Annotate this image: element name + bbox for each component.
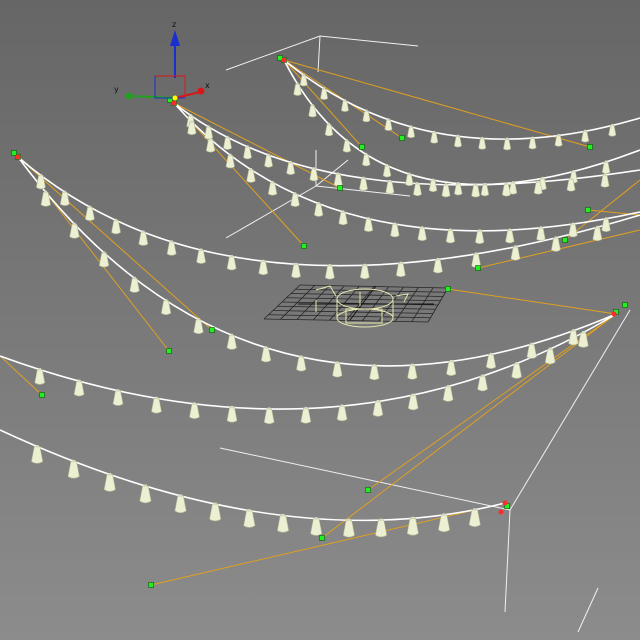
bulb[interactable] xyxy=(40,190,51,207)
bulb[interactable] xyxy=(204,125,213,140)
bulb[interactable] xyxy=(299,73,308,87)
z-axis-label: z xyxy=(172,20,176,29)
bulb[interactable] xyxy=(263,407,275,425)
bulb[interactable] xyxy=(246,168,256,183)
light-source-handle[interactable] xyxy=(11,150,17,156)
selected-vertices[interactable] xyxy=(15,57,617,515)
light-target-handle[interactable] xyxy=(209,327,215,333)
bulb[interactable] xyxy=(308,104,317,118)
bulb[interactable] xyxy=(300,406,312,424)
bulb[interactable] xyxy=(375,518,388,538)
perspective-viewport[interactable]: z x y xyxy=(0,0,640,640)
light-target-handle[interactable] xyxy=(301,243,307,249)
grid-icon xyxy=(263,284,449,328)
light-target-handle[interactable] xyxy=(148,582,154,588)
light-target-handle[interactable] xyxy=(587,144,593,150)
y-axis-label: y xyxy=(114,85,119,94)
bulb[interactable] xyxy=(161,299,172,316)
bulb[interactable] xyxy=(320,87,329,100)
light-source-handle[interactable] xyxy=(622,302,628,308)
bulb[interactable] xyxy=(98,251,110,268)
bulb[interactable] xyxy=(342,139,352,153)
bulb[interactable] xyxy=(36,173,46,190)
bulb[interactable] xyxy=(362,152,371,167)
bulb[interactable] xyxy=(342,518,355,538)
light-target-icon[interactable] xyxy=(11,55,628,588)
light-target-handle[interactable] xyxy=(337,185,343,191)
light-target-handle[interactable] xyxy=(562,237,568,243)
light-target-handle[interactable] xyxy=(166,348,172,354)
x-axis-label: x xyxy=(205,81,210,90)
wire-5[interactable] xyxy=(17,156,640,267)
wire-1[interactable] xyxy=(283,59,640,140)
move-gizmo-icon[interactable]: z x y xyxy=(114,20,210,101)
camera-frustum-icon[interactable] xyxy=(219,35,631,633)
bulb[interactable] xyxy=(310,517,323,536)
bulb[interactable] xyxy=(341,99,349,112)
light-target-handle[interactable] xyxy=(365,487,371,493)
light-target-handle[interactable] xyxy=(399,135,405,141)
bulb[interactable] xyxy=(225,153,235,169)
light-target-handle[interactable] xyxy=(39,392,45,398)
bulb[interactable] xyxy=(267,180,278,196)
wire-4[interactable] xyxy=(173,102,640,232)
bulb[interactable] xyxy=(129,276,140,293)
light-target-handle[interactable] xyxy=(475,265,481,271)
wire-7[interactable] xyxy=(0,313,617,410)
light-target-handle[interactable] xyxy=(359,144,365,150)
bulb[interactable] xyxy=(85,205,95,221)
light-target-handle[interactable] xyxy=(319,535,325,541)
light-target-handle[interactable] xyxy=(585,207,591,213)
bulbs xyxy=(31,73,617,538)
wire-2[interactable] xyxy=(283,59,640,186)
bulb[interactable] xyxy=(406,516,419,536)
scene-canvas[interactable]: z x y xyxy=(0,0,640,640)
light-target-handle[interactable] xyxy=(445,286,451,292)
target-lines xyxy=(0,59,640,586)
bulb[interactable] xyxy=(59,190,70,206)
light-strings xyxy=(0,59,640,522)
bulb[interactable] xyxy=(324,122,334,137)
